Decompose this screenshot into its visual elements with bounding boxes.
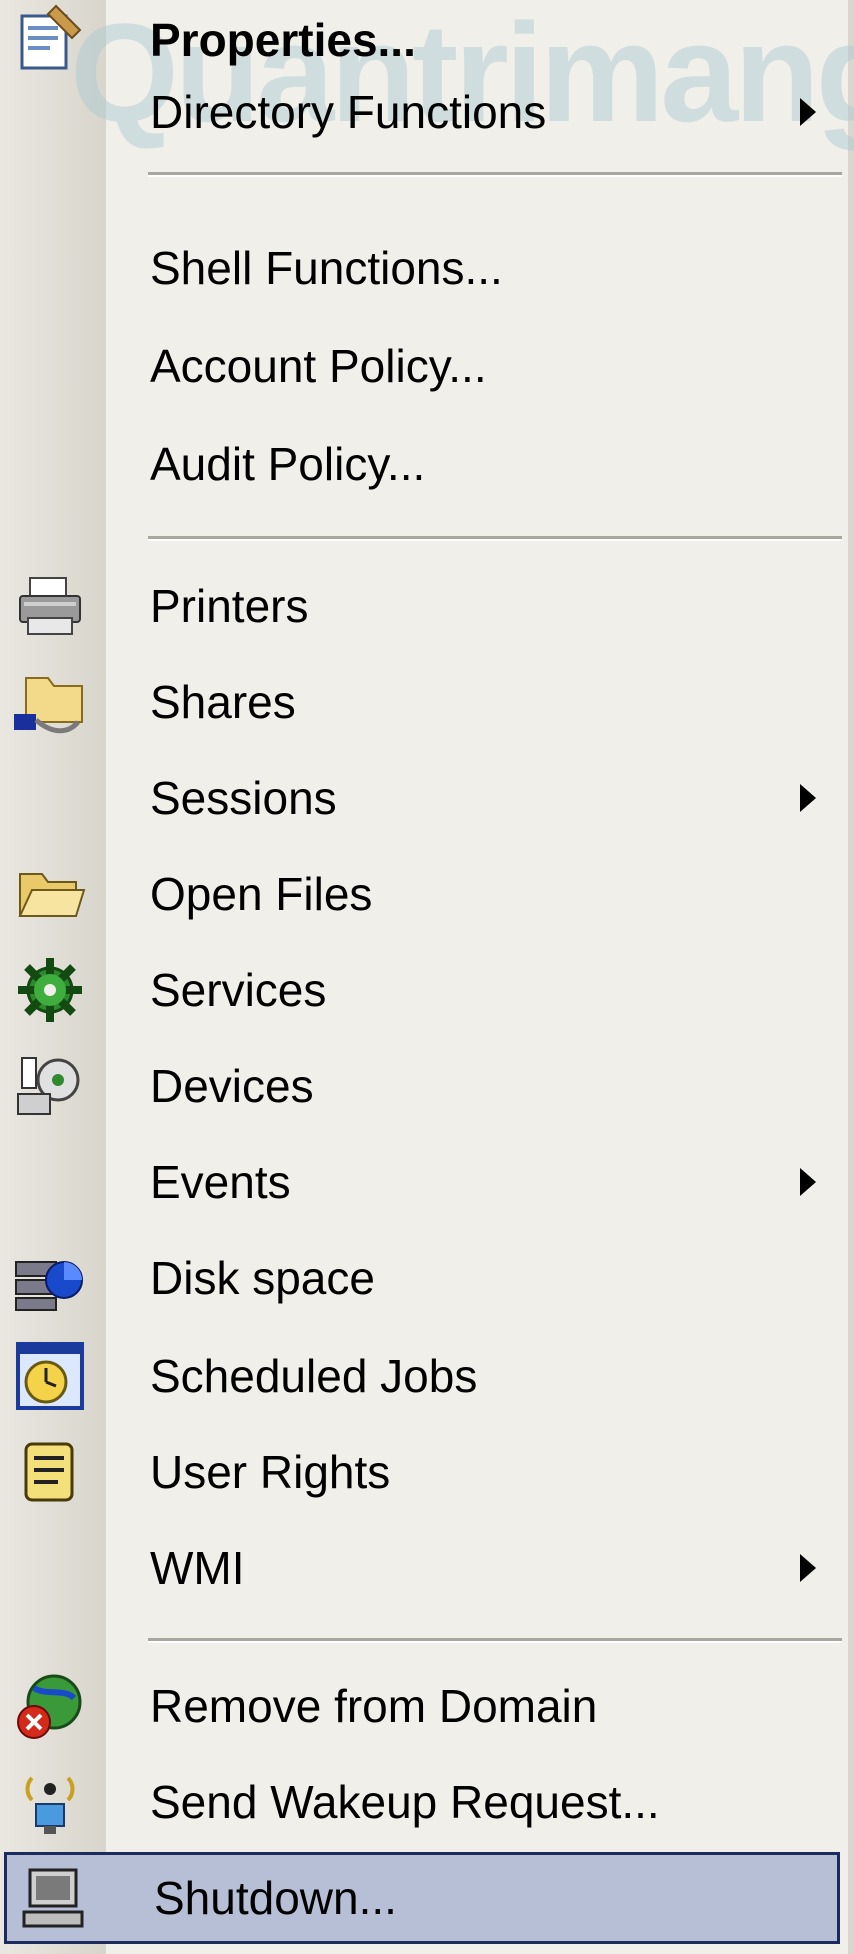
menu-right-edge bbox=[848, 0, 854, 1954]
menu-item-label: Open Files bbox=[150, 868, 373, 920]
submenu-arrow-icon bbox=[800, 784, 816, 812]
menu-item-remove-from-domain[interactable]: Remove from Domain bbox=[0, 1660, 842, 1752]
menu-item-label: WMI bbox=[150, 1542, 245, 1594]
menu-item-scheduled-jobs[interactable]: Scheduled Jobs bbox=[0, 1330, 842, 1422]
menu-item-send-wakeup-request[interactable]: Send Wakeup Request... bbox=[0, 1756, 842, 1848]
menu-item-label: Printers bbox=[150, 580, 309, 632]
context-menu: Quantrimang Properties... Directory Func… bbox=[0, 0, 854, 1954]
menu-item-label: Sessions bbox=[150, 772, 337, 824]
remove-domain-icon bbox=[12, 1668, 88, 1744]
menu-item-account-policy[interactable]: Account Policy... bbox=[0, 320, 842, 412]
menu-item-label: Disk space bbox=[150, 1252, 375, 1304]
computer-shutdown-icon bbox=[16, 1860, 92, 1936]
menu-item-wmi[interactable]: WMI bbox=[0, 1522, 842, 1614]
menu-item-label: Services bbox=[150, 964, 327, 1016]
menu-item-user-rights[interactable]: User Rights bbox=[0, 1426, 842, 1518]
menu-item-audit-policy[interactable]: Audit Policy... bbox=[0, 418, 842, 510]
menu-item-label: Shell Functions... bbox=[150, 242, 503, 294]
printer-icon bbox=[12, 568, 88, 644]
shared-folder-icon bbox=[12, 664, 88, 740]
menu-item-label: Audit Policy... bbox=[150, 438, 426, 490]
wakeup-antenna-icon bbox=[12, 1764, 88, 1840]
menu-separator bbox=[148, 172, 842, 177]
menu-item-directory-functions[interactable]: Directory Functions bbox=[0, 66, 842, 158]
menu-item-shell-functions[interactable]: Shell Functions... bbox=[0, 222, 842, 314]
menu-item-label: Devices bbox=[150, 1060, 314, 1112]
menu-item-label: Shutdown... bbox=[154, 1872, 397, 1924]
scroll-rights-icon bbox=[12, 1434, 88, 1510]
disk-space-icon bbox=[12, 1240, 88, 1316]
open-folder-icon bbox=[12, 856, 88, 932]
submenu-arrow-icon bbox=[800, 98, 816, 126]
scheduled-clock-icon bbox=[12, 1338, 88, 1414]
menu-item-label: User Rights bbox=[150, 1446, 391, 1498]
menu-item-printers[interactable]: Printers bbox=[0, 560, 842, 652]
menu-item-label: Shares bbox=[150, 676, 296, 728]
menu-item-events[interactable]: Events bbox=[0, 1136, 842, 1228]
menu-item-label: Scheduled Jobs bbox=[150, 1350, 478, 1402]
menu-item-label: Properties... bbox=[150, 14, 416, 66]
menu-item-services[interactable]: Services bbox=[0, 944, 842, 1036]
menu-item-devices[interactable]: Devices bbox=[0, 1040, 842, 1132]
menu-item-sessions[interactable]: Sessions bbox=[0, 752, 842, 844]
menu-item-open-files[interactable]: Open Files bbox=[0, 848, 842, 940]
menu-separator bbox=[148, 536, 842, 541]
submenu-arrow-icon bbox=[800, 1168, 816, 1196]
menu-item-label: Directory Functions bbox=[150, 86, 547, 138]
menu-item-disk-space[interactable]: Disk space bbox=[0, 1232, 842, 1324]
menu-item-label: Remove from Domain bbox=[150, 1680, 598, 1732]
menu-item-label: Events bbox=[150, 1156, 291, 1208]
submenu-arrow-icon bbox=[800, 1554, 816, 1582]
gear-services-icon bbox=[12, 952, 88, 1028]
devices-icon bbox=[12, 1048, 88, 1124]
menu-item-label: Account Policy... bbox=[150, 340, 487, 392]
menu-item-shutdown[interactable]: Shutdown... bbox=[4, 1852, 840, 1944]
menu-item-label: Send Wakeup Request... bbox=[150, 1776, 660, 1828]
menu-separator bbox=[148, 1638, 842, 1643]
menu-item-shares[interactable]: Shares bbox=[0, 656, 842, 748]
